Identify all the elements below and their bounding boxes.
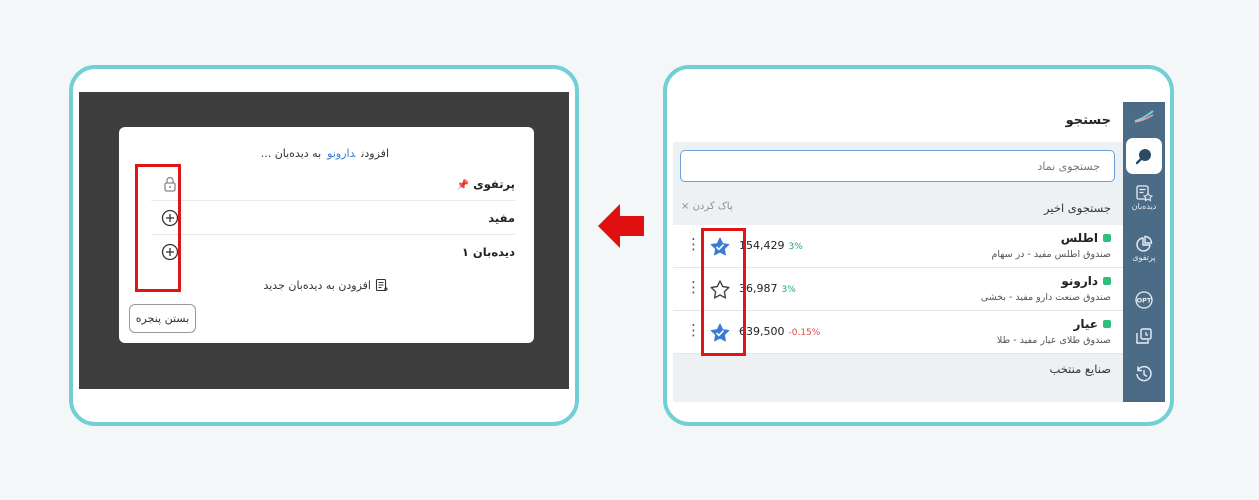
sidebar-item-portfolio[interactable]: پرتفوی <box>1123 235 1165 262</box>
status-dot <box>1103 277 1111 285</box>
sidebar-item-opt[interactable]: OPT <box>1123 290 1165 310</box>
watchlist-name: پرتفوی📌 <box>456 177 515 191</box>
orders-icon <box>1136 328 1152 344</box>
result-description: صندوق طلای عیار مفید - طلا <box>996 335 1111 346</box>
result-change: 3% <box>788 242 803 252</box>
result-price: 154,429 3% <box>739 239 803 252</box>
svg-text:OPT: OPT <box>1137 297 1152 305</box>
portfolio-icon <box>1136 235 1153 252</box>
search-bar <box>673 142 1123 192</box>
selected-industries-label: صنایع منتخب <box>1049 362 1111 376</box>
status-dot <box>1103 320 1111 328</box>
sidebar-item-history[interactable] <box>1123 364 1165 384</box>
watchlist-icon <box>1136 185 1153 202</box>
result-price: 639,500 -0.15% <box>739 325 821 338</box>
sidebar-item-search[interactable] <box>1126 138 1162 174</box>
right-screenshot-frame: جستجو جستجوی اخیر پاک کردن × اطلس صندوق … <box>663 65 1174 426</box>
add-new-label: افزودن به دیده‌بان جدید <box>263 278 371 292</box>
more-options-icon[interactable]: ⋮ <box>686 323 701 338</box>
status-dot <box>1103 234 1111 242</box>
history-icon <box>1136 365 1152 382</box>
dialog-title-suffix: به دیده‌بان ... <box>260 147 322 160</box>
add-list-icon <box>375 278 388 292</box>
watchlist-name: دیده‌بان ۱ <box>461 245 515 259</box>
result-price: 36,987 3% <box>739 282 796 295</box>
selected-industries-section: صنایع منتخب <box>673 354 1123 402</box>
result-symbol: عیار <box>1073 317 1111 331</box>
recent-searches-header: جستجوی اخیر پاک کردن × <box>673 192 1123 225</box>
dialog-title: افزودن دارونو به دیده‌بان ... <box>261 147 389 160</box>
panel-title: جستجو <box>1065 113 1111 128</box>
dialog-title-symbol: دارونو <box>327 147 356 160</box>
sidebar-item-label: پرتفوی <box>1132 253 1156 262</box>
close-icon: × <box>681 201 690 212</box>
pin-icon: 📌 <box>456 180 470 191</box>
result-symbol: دارونو <box>1061 274 1111 288</box>
watchlist-row-didehban1[interactable]: دیده‌بان ۱ <box>151 235 515 269</box>
watchlist-name: مفید <box>488 211 515 225</box>
logo-icon <box>1123 108 1165 124</box>
result-description: صندوق صنعت دارو مفید - بخشی <box>980 292 1111 303</box>
close-dialog-button[interactable]: بستن پنجره <box>129 304 196 333</box>
arrow-left-icon <box>598 204 644 248</box>
result-change: -0.15% <box>788 328 821 338</box>
watchlist-row-portfolio[interactable]: پرتفوی📌 <box>151 167 515 201</box>
search-input[interactable] <box>680 150 1115 182</box>
result-symbol: اطلس <box>1061 231 1111 245</box>
result-change: 3% <box>781 285 796 295</box>
add-new-watchlist-link[interactable]: افزودن به دیده‌بان جدید <box>263 278 389 292</box>
sidebar-item-orders[interactable] <box>1123 326 1165 346</box>
more-options-icon[interactable]: ⋮ <box>686 280 701 295</box>
watchlist-row-mofid[interactable]: مفید <box>151 201 515 235</box>
highlight-box <box>701 228 746 356</box>
more-options-icon[interactable]: ⋮ <box>686 237 701 252</box>
sidebar-item-label: دیده‌بان <box>1131 202 1157 211</box>
add-to-watchlist-dialog: افزودن دارونو به دیده‌بان ... پرتفوی📌 مفید… <box>119 127 534 343</box>
result-description: صندوق اطلس مفید - در سهام <box>991 249 1111 260</box>
opt-icon: OPT <box>1135 291 1153 309</box>
recent-searches-label: جستجوی اخیر <box>1044 201 1111 215</box>
dialog-title-prefix: افزودن <box>361 147 389 160</box>
left-screenshot-frame: افزودن دارونو به دیده‌بان ... پرتفوی📌 مفید… <box>69 65 579 426</box>
clear-recent-button[interactable]: پاک کردن × <box>681 201 733 212</box>
search-icon <box>1135 149 1151 165</box>
highlight-box <box>135 164 181 292</box>
sidebar-item-watchlist[interactable]: دیده‌بان <box>1123 184 1165 211</box>
sidebar: دیده‌بان پرتفوی OPT <box>1123 102 1165 402</box>
